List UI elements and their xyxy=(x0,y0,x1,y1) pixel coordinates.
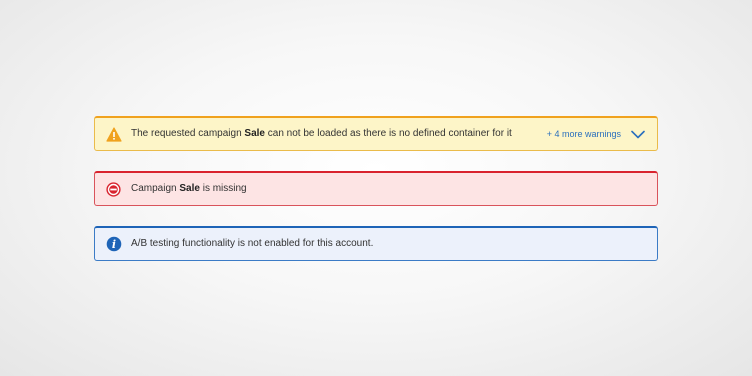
info-icon: i xyxy=(105,236,122,253)
error-campaign-name: Sale xyxy=(179,183,200,194)
error-message: Campaign Sale is missing xyxy=(131,182,645,196)
error-text-after: is missing xyxy=(199,183,247,194)
warning-alert: The requested campaign Sale can not be l… xyxy=(94,116,658,151)
warning-message: The requested campaign Sale can not be l… xyxy=(131,127,547,141)
more-warnings-link[interactable]: + 4 more warnings xyxy=(547,129,621,139)
warning-text-before: The requested campaign xyxy=(131,128,245,139)
info-message: A/B testing functionality is not enabled… xyxy=(131,238,374,249)
info-alert: i A/B testing functionality is not enabl… xyxy=(94,226,658,261)
warning-text-after: can not be loaded as there is no defined… xyxy=(264,128,512,139)
warning-campaign-name: Sale xyxy=(244,128,265,139)
warning-icon xyxy=(105,126,122,143)
error-text-before: Campaign xyxy=(131,183,180,194)
no-entry-icon xyxy=(105,181,122,198)
chevron-down-icon[interactable] xyxy=(631,129,645,139)
alerts-panel: The requested campaign Sale can not be l… xyxy=(94,116,658,261)
error-alert: Campaign Sale is missing xyxy=(94,171,658,206)
svg-text:i: i xyxy=(111,238,115,251)
